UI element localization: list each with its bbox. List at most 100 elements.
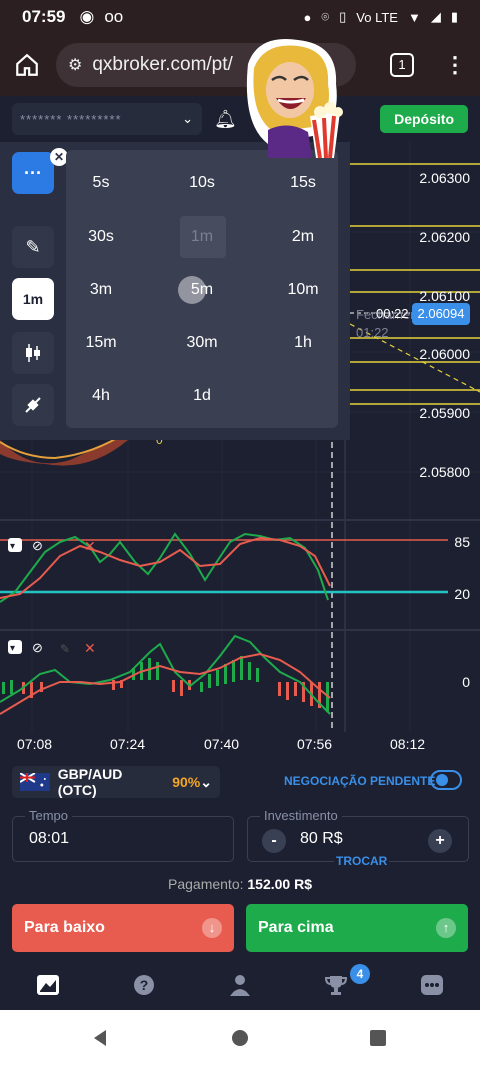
menu-icon[interactable]: ⋮ xyxy=(444,52,466,78)
recents-icon[interactable] xyxy=(368,1028,388,1048)
timeframe-option[interactable]: 30m xyxy=(167,334,237,352)
dot-icon: ● xyxy=(303,9,312,25)
time-axis-label: 07:08 xyxy=(17,736,53,752)
indicator-icon[interactable] xyxy=(12,384,54,426)
switch-button[interactable]: TROCAR xyxy=(334,854,390,868)
account-number: ******* ********* xyxy=(20,111,122,127)
timeframe-option[interactable]: 30s xyxy=(66,228,136,246)
voicemail-icon: oo xyxy=(104,7,124,26)
sell-label: Para baixo xyxy=(24,919,105,936)
svg-text:✕: ✕ xyxy=(84,538,96,554)
timeframe-button[interactable]: 1m xyxy=(12,278,54,320)
notification-badge: 4 xyxy=(350,964,370,984)
time-axis-label: 07:24 xyxy=(110,736,146,752)
timeframe-option[interactable]: 2m xyxy=(268,228,338,246)
chart-icon[interactable] xyxy=(36,974,60,996)
payment-info: Pagamento: 152.00 R$ xyxy=(0,876,480,892)
candlestick-icon[interactable] xyxy=(12,332,54,374)
payout-percent: 90% xyxy=(172,774,201,790)
closing-time: 01:22 xyxy=(356,325,389,340)
profile-icon[interactable] xyxy=(228,974,252,996)
more-icon[interactable] xyxy=(420,974,444,996)
timeframe-option-selected[interactable]: 1m xyxy=(167,228,237,246)
gbp-aud-flag-icon xyxy=(20,773,50,791)
y-tick-label: 2.06000 xyxy=(419,346,470,362)
timeframe-option[interactable]: 10s xyxy=(167,174,237,192)
svg-text:✎: ✎ xyxy=(60,642,70,656)
asset-name: GBP/AUD (OTC) xyxy=(57,766,123,798)
deposit-button[interactable]: Depósito xyxy=(380,105,468,133)
home-nav-icon[interactable] xyxy=(230,1028,250,1048)
svg-text:?: ? xyxy=(140,977,149,993)
time-axis-label: 07:40 xyxy=(204,736,240,752)
more-tools-button[interactable]: ··· xyxy=(12,152,54,194)
bottom-navigation: ? 4 xyxy=(0,960,480,1010)
y-tick-label: 2.05900 xyxy=(419,405,470,421)
timeframe-option[interactable]: 1h xyxy=(268,334,338,352)
rsi-level-low: 20 xyxy=(454,586,470,602)
tab-switcher-button[interactable]: 1 xyxy=(390,53,414,77)
pending-trade-toggle[interactable] xyxy=(430,770,462,790)
svg-text:✕: ✕ xyxy=(84,640,96,656)
payment-label: Pagamento: xyxy=(168,876,244,892)
record-icon: ◉ xyxy=(79,7,95,26)
back-icon[interactable] xyxy=(90,1028,110,1048)
time-axis-label: 07:56 xyxy=(297,736,333,752)
vibrate-icon: ▯ xyxy=(339,9,347,24)
location-icon: ⌾ xyxy=(321,9,330,24)
battery-icon: ▮ xyxy=(450,9,458,24)
clock: 07:59 xyxy=(22,7,66,26)
asset-selector[interactable]: GBP/AUD (OTC) 90% ⌄ xyxy=(12,766,220,798)
time-field-label: Tempo xyxy=(25,808,73,823)
chevron-down-icon: ⌄ xyxy=(200,773,212,790)
url-text: qxbroker.com/pt/ xyxy=(92,54,233,75)
timeframe-option[interactable]: 1d xyxy=(167,387,237,405)
decrease-button[interactable]: - xyxy=(262,829,286,853)
svg-text:▾: ▾ xyxy=(10,541,15,552)
account-selector[interactable]: ******* ********* ⌄ xyxy=(12,103,202,135)
network-label: Vo LTE xyxy=(356,9,398,25)
investment-value: 80 R$ xyxy=(300,830,343,847)
time-field[interactable]: Tempo 08:01 xyxy=(12,808,234,862)
timeframe-option[interactable]: 3m xyxy=(66,281,136,299)
help-icon[interactable]: ? xyxy=(132,974,156,996)
arrow-up-icon: ↑ xyxy=(436,918,456,938)
svg-text:▾: ▾ xyxy=(10,643,15,654)
wifi-icon: ▼ xyxy=(407,9,421,25)
mascot-sticker xyxy=(246,39,343,159)
pencil-icon[interactable]: ✎ xyxy=(12,226,54,268)
svg-text:⊘: ⊘ xyxy=(32,538,43,553)
payment-value: 152.00 R$ xyxy=(247,876,312,892)
buy-button[interactable]: Para cima ↑ xyxy=(246,904,468,952)
y-tick-label: 2.06300 xyxy=(419,170,470,186)
buy-label: Para cima xyxy=(258,919,334,936)
sell-button[interactable]: Para baixo ↓ xyxy=(12,904,234,952)
timeframe-option[interactable]: 5m xyxy=(167,281,237,299)
svg-text:⊘: ⊘ xyxy=(32,640,43,655)
y-tick-label: 2.06100 xyxy=(419,288,470,304)
site-settings-icon[interactable]: ⚙ xyxy=(68,55,82,75)
signal-icon: ◢ xyxy=(430,9,441,24)
arrow-down-icon: ↓ xyxy=(202,918,222,938)
time-axis-label: 08:12 xyxy=(390,736,426,752)
system-navigation xyxy=(0,1010,480,1066)
home-icon[interactable] xyxy=(14,52,40,78)
timeframe-option[interactable]: 5s xyxy=(66,174,136,192)
countdown-timer: 00:22 xyxy=(376,306,409,321)
chevron-down-icon: ⌄ xyxy=(182,111,194,126)
timeframe-option[interactable]: 15s xyxy=(268,174,338,192)
chart-tools-panel: ··· ✕ ✎ 1m 5s 10s 15s 30s 1m 2m 3m 5m 10… xyxy=(0,142,350,440)
increase-button[interactable]: + xyxy=(428,829,452,853)
y-tick-label: 2.06200 xyxy=(419,229,470,245)
status-bar: 07:59 ◉ oo ● ⌾ ▯ Vo LTE ▼ ◢ ▮ xyxy=(0,0,480,34)
timeframe-option[interactable]: 10m xyxy=(268,281,338,299)
pending-trade-label: NEGOCIAÇÃO PENDENTE xyxy=(284,774,436,788)
timeframe-option[interactable]: 4h xyxy=(66,387,136,405)
trophy-icon[interactable] xyxy=(324,974,348,996)
y-tick-label: 2.05800 xyxy=(419,464,470,480)
macd-zero-label: 0 xyxy=(462,674,470,690)
rsi-level-high: 85 xyxy=(454,534,470,550)
investment-field-label: Investimento xyxy=(260,808,342,823)
timeframe-option[interactable]: 15m xyxy=(66,334,136,352)
trade-panel: GBP/AUD (OTC) 90% ⌄ NEGOCIAÇÃO PENDENTE … xyxy=(0,762,480,960)
